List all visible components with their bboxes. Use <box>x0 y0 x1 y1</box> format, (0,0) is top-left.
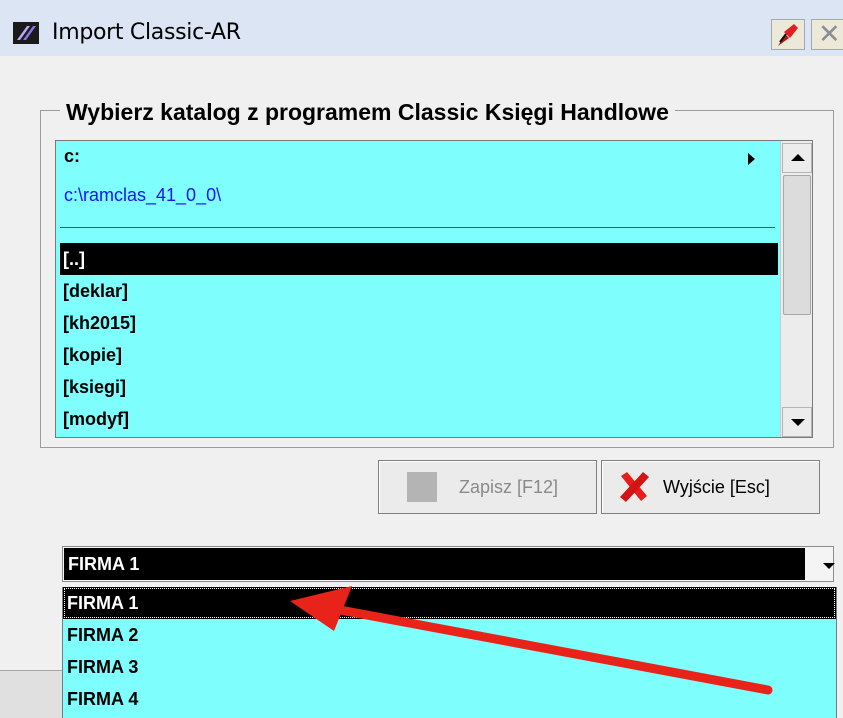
import-dialog: Import Classic-AR ✕ Wybierz katalog z pr… <box>0 0 843 718</box>
directory-item[interactable]: [deklar] <box>60 275 778 307</box>
company-select-value: FIRMA 1 <box>64 548 805 580</box>
current-path: c:\ramclas_41_0_0\ <box>64 185 222 205</box>
close-icon: ✕ <box>818 19 841 50</box>
directory-item[interactable]: [kh2015] <box>60 307 778 339</box>
drive-expand-icon[interactable] <box>748 153 755 165</box>
arrow-up-icon <box>791 154 805 161</box>
directory-list[interactable]: [..] [deklar] [kh2015] [kopie] [ksiegi] … <box>60 243 778 435</box>
company-select[interactable]: FIRMA 1 <box>62 546 835 582</box>
company-option[interactable]: FIRMA 2 <box>63 619 836 651</box>
title-bar[interactable]: Import Classic-AR ✕ <box>0 0 843 56</box>
drive-selector[interactable]: c: <box>64 146 80 167</box>
company-option[interactable]: FIRMA 1 <box>63 587 836 619</box>
window-footer-strip <box>0 670 62 718</box>
app-logo-icon <box>13 22 39 44</box>
close-button[interactable]: ✕ <box>811 19 843 50</box>
red-x-icon <box>620 472 649 502</box>
exit-button-label: Wyjście [Esc] <box>663 477 770 497</box>
vertical-scrollbar[interactable] <box>780 141 812 437</box>
directory-item[interactable]: [kopie] <box>60 339 778 371</box>
directory-item[interactable]: [modyf] <box>60 403 778 435</box>
scroll-up-button[interactable] <box>782 143 812 173</box>
company-option[interactable]: FIRMA 4 <box>63 683 836 715</box>
groupbox-title: Wybierz katalog z programem Classic Księ… <box>60 99 675 126</box>
company-dropdown-list[interactable]: FIRMA 1 FIRMA 2 FIRMA 3 FIRMA 4 <box>62 587 837 718</box>
directory-item[interactable]: [..] <box>60 243 778 275</box>
arrow-down-icon <box>791 419 805 426</box>
exit-button[interactable]: Wyjście [Esc] <box>601 460 820 514</box>
save-button[interactable]: Zapisz [F12] <box>378 460 597 514</box>
pin-icon <box>778 24 798 46</box>
separator <box>60 227 775 228</box>
save-button-label: Zapisz [F12] <box>459 477 559 497</box>
company-option[interactable]: FIRMA 3 <box>63 651 836 683</box>
pin-button[interactable] <box>771 19 805 50</box>
window-title: Import Classic-AR <box>52 20 241 45</box>
directory-item[interactable]: [ksiegi] <box>60 371 778 403</box>
save-icon <box>407 472 437 502</box>
scroll-thumb[interactable] <box>783 175 811 315</box>
directory-browser[interactable]: c: c:\ramclas_41_0_0\ [..] [deklar] [kh2… <box>55 140 813 438</box>
chevron-down-icon[interactable] <box>823 563 835 569</box>
scroll-down-button[interactable] <box>782 407 812 437</box>
